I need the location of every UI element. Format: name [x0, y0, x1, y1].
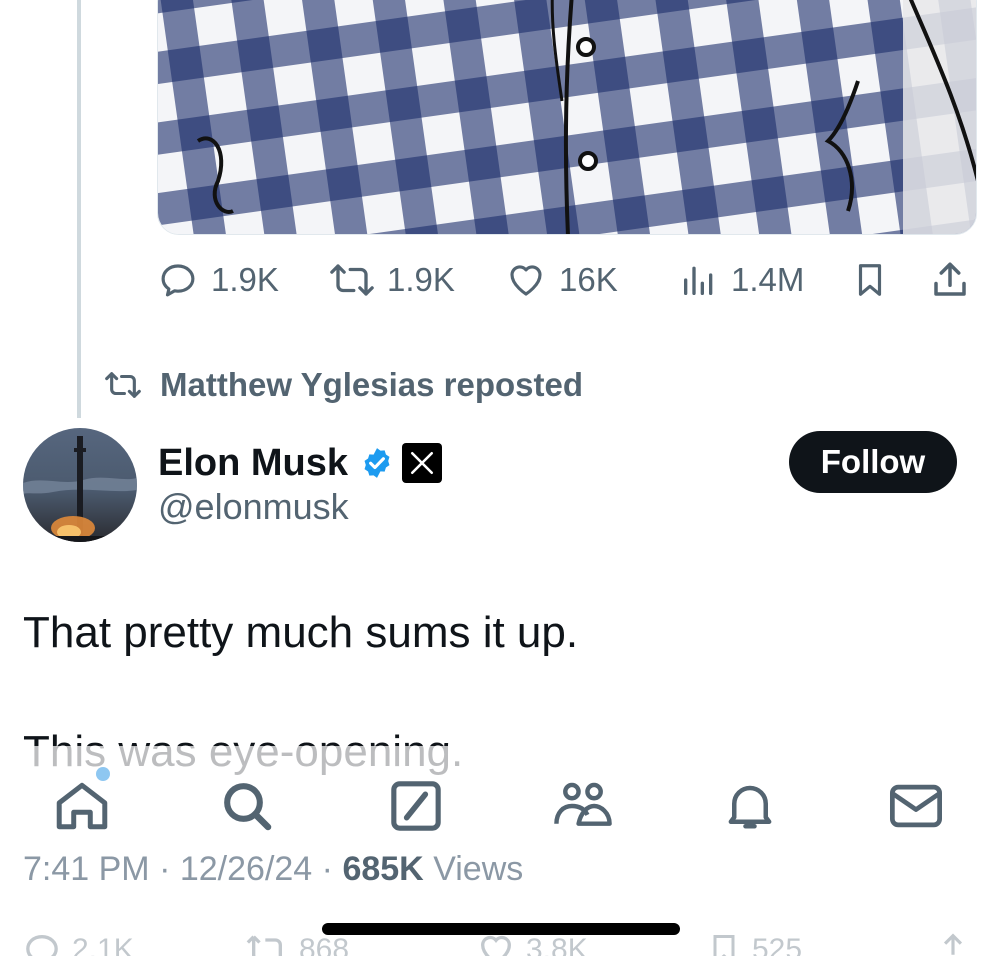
like-count: 3.8K [526, 933, 588, 956]
bookmark-icon [858, 264, 882, 296]
tweet-time[interactable]: 7:41 PM [23, 850, 150, 888]
author-name-row: Elon Musk [158, 438, 443, 488]
home-indicator-bar[interactable] [322, 923, 680, 935]
nav-home[interactable] [50, 778, 114, 834]
share-action[interactable] [929, 254, 971, 306]
communities-icon [554, 782, 612, 826]
home-icon [56, 782, 108, 830]
repost-icon [105, 372, 141, 398]
tweet-text-line: That pretty much sums it up. [23, 608, 579, 657]
tweet-meta: 7:41 PM · 12/26/24 · 685K Views [23, 850, 523, 889]
top-tweet-action-bar: 1.9K 1.9K 16K 1.4M [157, 254, 977, 306]
share-icon [934, 262, 966, 296]
repost-icon [246, 935, 282, 956]
tweet-media-image[interactable] [157, 0, 977, 235]
author-name[interactable]: Elon Musk [158, 442, 348, 485]
tweet-views-count[interactable]: 685K [342, 850, 423, 888]
avatar[interactable] [23, 428, 137, 542]
repost-banner-text: Matthew Yglesias reposted [160, 366, 584, 403]
gingham-shirt-image [158, 0, 976, 234]
views-action[interactable]: 1.4M [679, 254, 804, 306]
nav-messages[interactable] [884, 778, 948, 834]
tweet-date[interactable]: 12/26/24 [180, 850, 312, 888]
nav-search[interactable] [215, 778, 279, 834]
bookmark-action[interactable] [851, 254, 889, 306]
reply-icon [26, 934, 58, 956]
heart-icon [510, 265, 542, 296]
repost-banner[interactable]: Matthew Yglesias reposted [104, 366, 583, 404]
search-icon [224, 783, 272, 831]
verified-badge-icon [364, 448, 390, 478]
reply-icon [161, 264, 195, 297]
views-count: 1.4M [731, 261, 805, 298]
nav-compose[interactable] [384, 778, 448, 834]
bookmark-action[interactable]: 525 [706, 930, 802, 956]
nav-notifications[interactable] [718, 778, 782, 834]
like-count: 16K [559, 261, 618, 298]
views-chart-icon [684, 266, 713, 295]
thread-connector-line [77, 0, 81, 418]
meta-separator: · [321, 850, 333, 888]
reply-action[interactable]: 1.9K [157, 254, 279, 306]
notifications-bell-icon [728, 785, 772, 829]
x-logo-icon [410, 451, 434, 475]
x-affiliation-badge-icon[interactable] [402, 443, 443, 483]
reply-count: 1.9K [211, 261, 279, 298]
tweet-views-label: Views [433, 850, 524, 888]
nav-communities[interactable] [551, 778, 615, 834]
follow-button[interactable]: Follow [789, 431, 957, 493]
messages-envelope-icon [890, 784, 942, 828]
like-action[interactable]: 16K [505, 254, 618, 306]
reply-action[interactable]: 2.1K [22, 930, 134, 956]
rocket-launch-avatar-image [23, 428, 137, 542]
repost-count: 1.9K [387, 261, 455, 298]
repost-icon [330, 264, 374, 296]
meta-separator: · [159, 850, 171, 888]
reply-count: 2.1K [72, 933, 134, 956]
home-notification-dot [96, 767, 110, 781]
share-icon [943, 933, 963, 955]
bookmark-icon [713, 935, 735, 956]
bookmark-count: 525 [752, 933, 803, 956]
share-action[interactable] [934, 930, 972, 956]
repost-count: 868 [299, 933, 350, 956]
compose-icon [391, 781, 441, 831]
author-handle[interactable]: @elonmusk [158, 486, 349, 528]
repost-action[interactable]: 1.9K [329, 254, 455, 306]
